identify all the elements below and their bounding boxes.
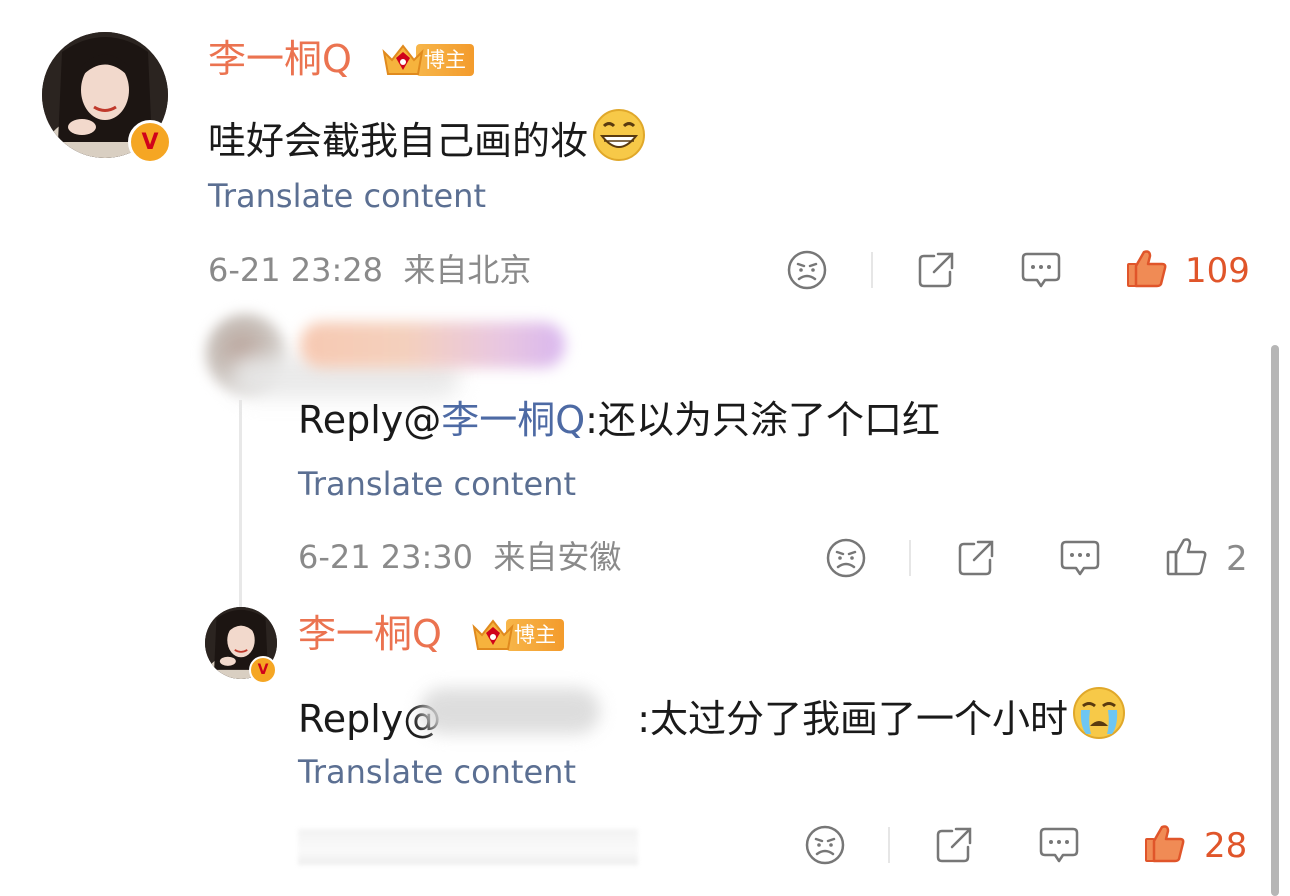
angry-face-icon[interactable] bbox=[803, 823, 847, 867]
translate-link[interactable]: Translate content bbox=[298, 756, 576, 788]
share-icon[interactable] bbox=[914, 248, 958, 292]
comment-icon[interactable] bbox=[1037, 823, 1081, 867]
thumbs-up-icon[interactable] bbox=[1124, 246, 1168, 290]
comment-icon[interactable] bbox=[1019, 248, 1063, 292]
reply1-meta: 6-21 23:30 来自安徽 bbox=[298, 541, 621, 573]
redacted-meta bbox=[298, 829, 638, 865]
comment-meta: 6-21 23:28 来自北京 bbox=[208, 254, 531, 286]
reply2-prefix: Reply@ bbox=[298, 697, 442, 741]
comment-author-name[interactable]: 李一桐Q bbox=[208, 40, 352, 78]
host-badge: 博主 bbox=[470, 615, 564, 655]
crown-icon bbox=[470, 615, 516, 655]
reply1-body: :还以为只涂了个口红 bbox=[585, 398, 940, 442]
action-divider bbox=[888, 827, 890, 863]
like-count: 28 bbox=[1204, 826, 1248, 866]
like-count: 2 bbox=[1226, 539, 1248, 579]
comment-timestamp: 6-21 23:28 bbox=[208, 251, 384, 289]
comment-text: 哇好会截我自己画的妆 bbox=[208, 108, 646, 173]
translate-link[interactable]: Translate content bbox=[208, 180, 486, 212]
comment-icon[interactable] bbox=[1058, 536, 1102, 580]
reply1-text: Reply@李一桐Q:还以为只涂了个口红 bbox=[298, 398, 940, 444]
like-count: 109 bbox=[1185, 251, 1250, 291]
angry-face-icon[interactable] bbox=[785, 248, 829, 292]
action-divider bbox=[871, 252, 873, 288]
redacted-mention-blur bbox=[420, 688, 600, 734]
verified-v-icon: V bbox=[128, 120, 172, 164]
reply1-timestamp: 6-21 23:30 bbox=[298, 538, 474, 576]
action-divider bbox=[909, 540, 911, 576]
crown-icon bbox=[380, 40, 426, 80]
comment-body: 哇好会截我自己画的妆 bbox=[208, 119, 589, 163]
verified-v-icon: V bbox=[249, 656, 277, 684]
reply1-mention[interactable]: 李一桐Q bbox=[441, 398, 585, 442]
crying-emoji-icon bbox=[1072, 686, 1126, 751]
scrollbar[interactable] bbox=[1271, 345, 1279, 896]
reply2-author-name[interactable]: 李一桐Q bbox=[298, 615, 442, 653]
thread-line bbox=[239, 400, 242, 612]
thumbs-up-icon[interactable] bbox=[1142, 821, 1186, 865]
share-icon[interactable] bbox=[954, 536, 998, 580]
reply1-prefix: Reply@ bbox=[298, 398, 442, 442]
thumbs-up-icon[interactable] bbox=[1164, 534, 1208, 578]
angry-face-icon[interactable] bbox=[824, 536, 868, 580]
translate-link[interactable]: Translate content bbox=[298, 468, 576, 500]
host-badge: 博主 bbox=[380, 40, 474, 80]
reply2-body: :太过分了我画了一个小时 bbox=[637, 697, 1069, 741]
grin-emoji-icon bbox=[592, 108, 646, 173]
blurred-username bbox=[300, 322, 565, 368]
comment-location: 来自北京 bbox=[403, 251, 532, 289]
reply1-location: 来自安徽 bbox=[493, 538, 622, 576]
share-icon[interactable] bbox=[932, 823, 976, 867]
